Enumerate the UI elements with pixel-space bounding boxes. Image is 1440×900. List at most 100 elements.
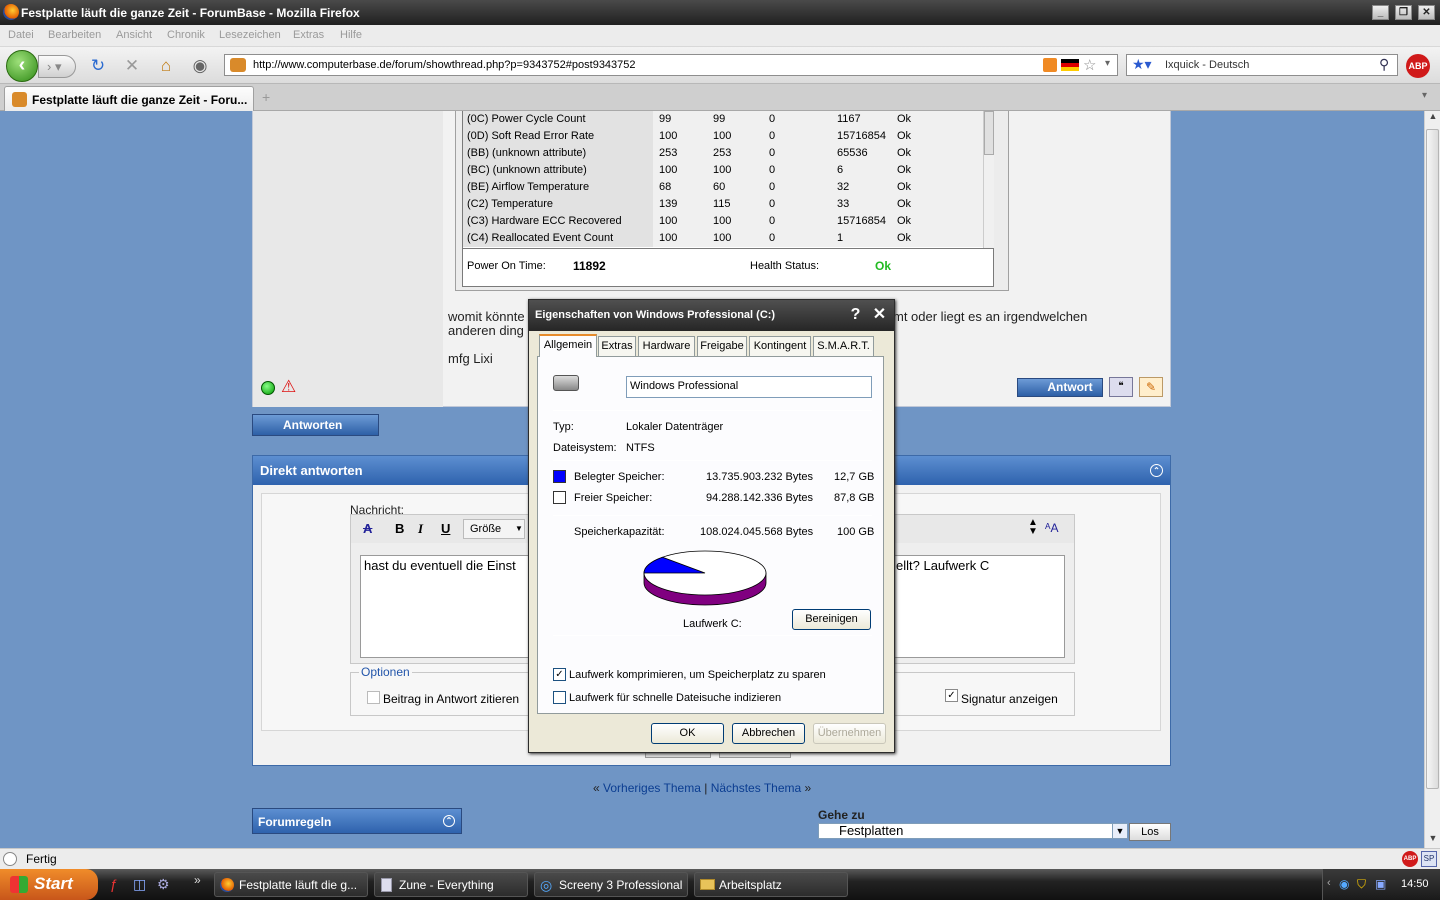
tab-active[interactable]: Festplatte läuft die ganze Zeit - Foru..…	[4, 86, 254, 111]
smart-cell: Ok	[897, 113, 912, 125]
index-checkbox[interactable]	[553, 691, 566, 704]
tab-kontingent[interactable]: Kontingent	[749, 336, 811, 356]
flash-quicklaunch-icon[interactable]: ƒ	[110, 876, 118, 892]
taskbar-item-arbeitsplatz[interactable]: Arbeitsplatz	[694, 872, 848, 897]
menu-bearbeiten[interactable]: Bearbeiten	[48, 29, 101, 41]
adblock-icon[interactable]: ABP	[1406, 54, 1430, 78]
underline-button[interactable]: U	[441, 521, 450, 536]
general-tab-panel: Windows Professional Typ: Lokaler Datent…	[537, 356, 884, 714]
page-scrollbar[interactable]: ▲ ▼	[1424, 111, 1440, 848]
status-icon	[3, 852, 17, 866]
taskbar-item-zune[interactable]: Zune - Everything	[374, 872, 528, 897]
close-button[interactable]: ✕	[1418, 5, 1435, 20]
tray-expand-icon[interactable]: ‹	[1327, 877, 1331, 889]
goto-button[interactable]: Los	[1129, 823, 1171, 841]
goto-select[interactable]: Festplatten ▼	[818, 823, 1128, 839]
thread-nav-separator: |	[704, 781, 708, 795]
dialog-close-button[interactable]: ✕	[869, 305, 890, 326]
next-thread-link[interactable]: Nächstes Thema	[711, 781, 802, 795]
free-space-gb: 87,8 GB	[834, 492, 875, 504]
tab-hardware[interactable]: Hardware	[638, 336, 695, 356]
forward-button[interactable]: › ▾	[38, 55, 76, 78]
stop-icon[interactable]: ✕	[122, 56, 142, 76]
smart-cell: 15716854	[837, 130, 886, 142]
scroll-thumb[interactable]	[1426, 129, 1439, 789]
tab-allgemein[interactable]: Allgemein	[539, 334, 597, 357]
font-size-select[interactable]: Größe ▼	[463, 519, 525, 539]
search-bar[interactable]: ★▾ Ixquick - Deutsch ⚲	[1126, 54, 1398, 76]
bookmark-star-icon[interactable]: ☆	[1083, 56, 1096, 74]
compress-checkbox[interactable]: ✓	[553, 668, 566, 681]
app-quicklaunch-icon[interactable]: ⚙	[157, 876, 170, 893]
new-tab-icon[interactable]: +	[262, 89, 270, 105]
font-color-icon[interactable]: ᴬA	[1045, 521, 1058, 535]
url-bar[interactable]: http://www.computerbase.de/forum/showthr…	[224, 54, 1118, 76]
menu-hilfe[interactable]: Hilfe	[340, 29, 362, 41]
security-shield-icon[interactable]: ⛉	[1357, 877, 1366, 892]
italic-button[interactable]: I	[418, 521, 423, 537]
collapse-icon[interactable]: ⌃	[1150, 464, 1163, 477]
drive-name-input[interactable]: Windows Professional	[626, 376, 872, 398]
remove-format-icon[interactable]: A	[363, 521, 372, 536]
taskbar-item-firefox[interactable]: Festplatte läuft die g...	[214, 872, 368, 897]
reload-icon[interactable]: ↻	[88, 56, 108, 76]
tab-list-icon[interactable]: ▾	[1422, 90, 1427, 101]
tab-extras[interactable]: Extras	[598, 336, 636, 356]
resize-icon[interactable]: ▲ ▼	[1028, 518, 1038, 537]
tab-freigabe[interactable]: Freigabe	[697, 336, 747, 356]
help-button[interactable]: ?	[845, 305, 866, 326]
minimize-button[interactable]: _	[1372, 5, 1389, 20]
rss-icon[interactable]	[1043, 58, 1057, 72]
report-post-icon[interactable]: ⚠	[281, 377, 296, 397]
menu-ansicht[interactable]: Ansicht	[116, 29, 152, 41]
free-space-bytes: 94.288.142.336 Bytes	[706, 492, 814, 504]
antworten-button[interactable]: Antworten	[252, 414, 379, 436]
network-icon[interactable]: ◉	[1339, 877, 1349, 891]
url-dropdown-icon[interactable]: ▾	[1105, 58, 1110, 69]
start-button[interactable]: Start	[0, 869, 98, 900]
smart-screenshot: (0C) Power Cycle Count 99 99 0 1167 Ok (0D) So…	[455, 111, 1009, 291]
quote-checkbox[interactable]	[367, 691, 380, 704]
apply-button[interactable]: Übernehmen	[813, 723, 886, 744]
menu-extras[interactable]: Extras	[293, 29, 324, 41]
collapse-icon[interactable]: ⌃	[443, 815, 455, 827]
scroll-up-icon[interactable]: ▲	[1426, 111, 1440, 125]
tab-smart[interactable]: S.M.A.R.T.	[813, 336, 874, 356]
signature-checkbox[interactable]: ✓	[945, 689, 958, 702]
smart-scrollbar[interactable]	[983, 111, 994, 248]
quote-icon[interactable]: ❝	[1109, 377, 1133, 397]
desktop-quicklaunch-icon[interactable]: ◫	[133, 876, 146, 893]
cancel-button[interactable]: Abbrechen	[732, 723, 805, 744]
cleanup-button[interactable]: Bereinigen	[792, 609, 871, 630]
restore-button[interactable]: ❐	[1395, 5, 1412, 20]
ok-button[interactable]: OK	[651, 723, 724, 744]
search-icon[interactable]: ⚲	[1379, 56, 1389, 73]
adblock-status-icon[interactable]: ABP	[1402, 851, 1418, 867]
search-engine-icon[interactable]: ★▾	[1132, 56, 1152, 73]
taskbar-item-screeny[interactable]: ◎ Screeny 3 Professional	[534, 872, 688, 897]
smart-cell: Ok	[897, 181, 912, 193]
smart-cell: 0	[769, 113, 776, 125]
prev-thread-link[interactable]: Vorheriges Thema	[603, 781, 701, 795]
goto-selected: Festplatten	[839, 823, 904, 838]
window-titlebar[interactable]: Festplatte läuft die ganze Zeit - ForumB…	[0, 0, 1440, 25]
chat-icon[interactable]: ◉	[190, 56, 210, 76]
scroll-down-icon[interactable]: ▼	[1426, 833, 1440, 847]
bold-button[interactable]: B	[395, 521, 404, 536]
display-icon[interactable]: ▣	[1375, 877, 1386, 891]
menu-datei[interactable]: Datei	[8, 29, 34, 41]
home-icon[interactable]: ⌂	[156, 56, 176, 76]
reply-button[interactable]: Antwort	[1017, 378, 1103, 397]
back-button[interactable]: ‹	[6, 50, 38, 82]
smart-scroll-thumb[interactable]	[984, 111, 994, 155]
edit-post-icon[interactable]: ✎	[1139, 377, 1163, 397]
menu-chronik[interactable]: Chronik	[167, 29, 205, 41]
smart-cell: Ok	[897, 130, 912, 142]
sp-icon[interactable]: SP	[1421, 851, 1437, 867]
quicklaunch-more-icon[interactable]: »	[194, 873, 201, 887]
window-title: Festplatte läuft die ganze Zeit - ForumB…	[21, 6, 360, 20]
smart-cell: 139	[659, 198, 678, 210]
menu-lesezeichen[interactable]: Lesezeichen	[219, 29, 281, 41]
dialog-titlebar[interactable]: Eigenschaften von Windows Professional (…	[529, 300, 894, 331]
forum-rules-header[interactable]: Forumregeln ⌃	[252, 808, 462, 834]
